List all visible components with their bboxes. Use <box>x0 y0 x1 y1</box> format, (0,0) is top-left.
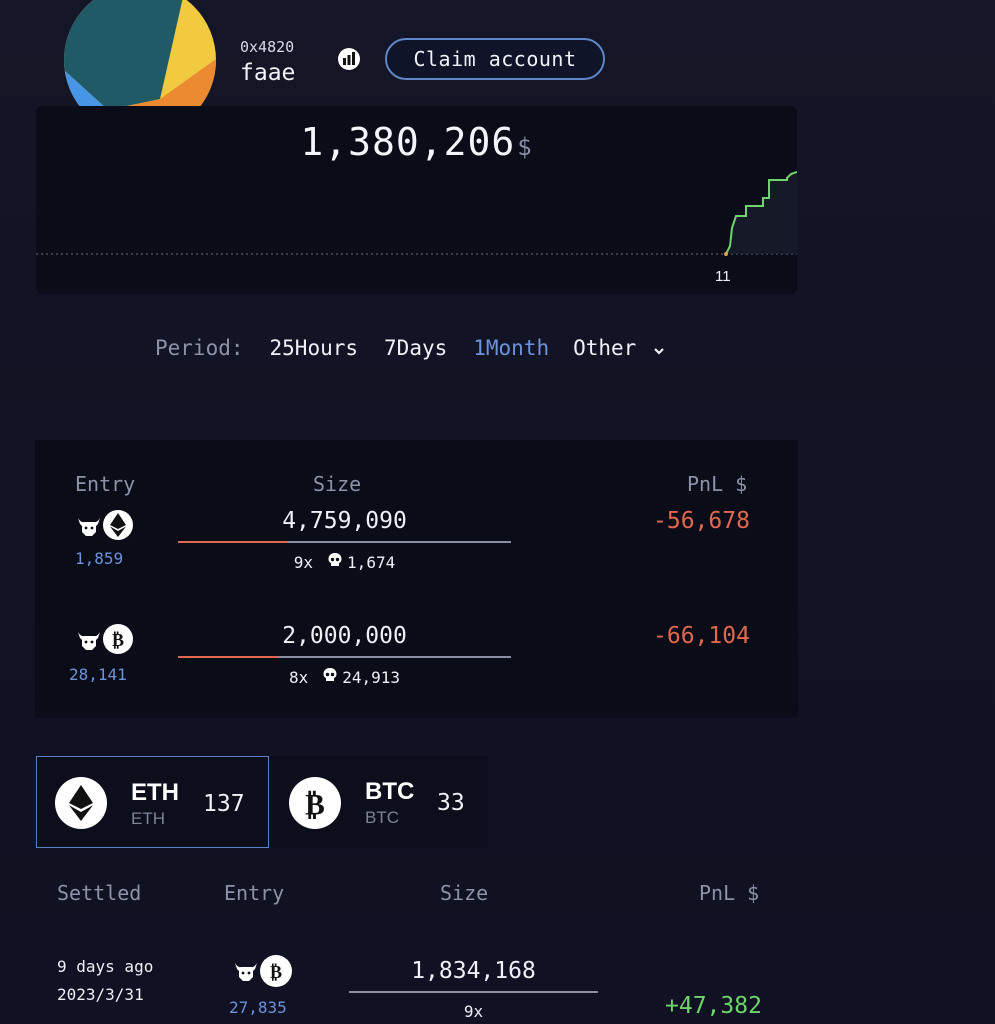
settled-pnl: +47,382 <box>665 993 762 1019</box>
chart-area <box>726 172 797 254</box>
asset-tab-btc[interactable]: ₿ BTC BTC 33 <box>270 756 488 848</box>
position-entry: 1,859 <box>75 549 124 568</box>
position-size-bar <box>178 656 511 658</box>
col-header-size: Size <box>440 881 489 905</box>
period-1month[interactable]: 1Month <box>473 336 549 361</box>
bull-icon <box>75 512 103 544</box>
settled-row[interactable]: 9 days ago 2023/3/31 ₿ 27,835 1,834,168 … <box>0 950 995 1024</box>
position-row-btc[interactable]: ₿ <box>75 624 135 656</box>
settled-size: 1,834,168 <box>411 958 536 984</box>
asset-tab-count: 33 <box>437 790 465 816</box>
bull-icon <box>232 957 260 989</box>
balance-chart-panel: 1,380,206$ 11 <box>36 106 797 294</box>
period-other-label: Other <box>573 336 637 360</box>
settled-size-bar <box>349 991 598 993</box>
asset-tab-name: BTC <box>365 778 415 805</box>
btc-icon: ₿ <box>260 955 292 987</box>
chevron-down-icon <box>653 337 665 361</box>
col-header-pnl: PnL $ <box>699 881 760 905</box>
position-row-eth[interactable] <box>75 510 135 542</box>
position-entry: 28,141 <box>69 665 127 684</box>
period-label: Period: <box>155 336 244 360</box>
position-liquidation: 1,674 <box>347 552 396 572</box>
chart-start-point <box>724 252 728 256</box>
asset-tab-sub: BTC <box>365 808 399 827</box>
position-leverage: 9x <box>293 552 314 572</box>
settled-entry: 27,835 <box>229 998 287 1017</box>
position-size-bar-fill <box>178 541 288 543</box>
position-size: 2,000,000 <box>282 623 407 649</box>
position-leverage-row: 8x 24,913 <box>178 667 511 687</box>
position-pnl: -66,104 <box>653 623 750 649</box>
skull-icon <box>322 667 338 687</box>
eth-icon <box>55 777 107 829</box>
open-positions-panel: Entry Size PnL $ 1,859 4,759,090 9x 1,67… <box>35 440 798 718</box>
period-7days[interactable]: 7Days <box>384 336 447 361</box>
asset-tab-count: 137 <box>203 791 245 817</box>
settled-leverage: 9x <box>463 1002 484 1021</box>
claim-account-button[interactable]: Claim account <box>385 38 605 80</box>
settled-ago: 9 days ago <box>57 957 154 976</box>
asset-tab-eth[interactable]: ETH ETH 137 <box>36 756 269 848</box>
skull-icon <box>327 552 343 572</box>
svg-text:₿: ₿ <box>112 630 124 650</box>
settled-date: 2023/3/31 <box>57 985 144 1004</box>
position-pnl: -56,678 <box>653 508 750 534</box>
x-axis-tick: 11 <box>715 268 731 285</box>
col-header-entry: Entry <box>75 472 136 496</box>
balance-line-chart <box>36 171 797 256</box>
svg-text:₿: ₿ <box>305 787 325 821</box>
asset-tab-sub: ETH <box>131 809 165 828</box>
eth-icon <box>103 510 133 540</box>
position-size-bar-fill <box>178 656 278 658</box>
position-leverage-row: 9x 1,674 <box>178 552 511 572</box>
col-header-settled: Settled <box>57 881 142 905</box>
wallet-address: 0x4820 <box>240 38 295 56</box>
col-header-entry: Entry <box>224 881 285 905</box>
svg-text:₿: ₿ <box>270 962 282 982</box>
col-header-pnl: PnL $ <box>687 472 748 496</box>
col-header-size: Size <box>313 472 362 496</box>
position-leverage: 8x <box>288 667 309 687</box>
btc-icon: ₿ <box>103 624 133 654</box>
chart-badge-icon[interactable] <box>336 46 362 72</box>
bull-icon <box>75 626 103 658</box>
position-size: 4,759,090 <box>282 508 407 534</box>
period-other-dropdown[interactable]: Other <box>573 336 665 361</box>
period-25hours[interactable]: 25Hours <box>270 336 359 361</box>
username: faae <box>240 60 296 86</box>
position-size-bar <box>178 541 511 543</box>
btc-icon: ₿ <box>289 777 341 829</box>
position-liquidation: 24,913 <box>342 667 401 687</box>
asset-tab-name: ETH <box>131 779 179 806</box>
period-selector: Period: 25Hours 7Days 1Month Other <box>155 336 665 361</box>
